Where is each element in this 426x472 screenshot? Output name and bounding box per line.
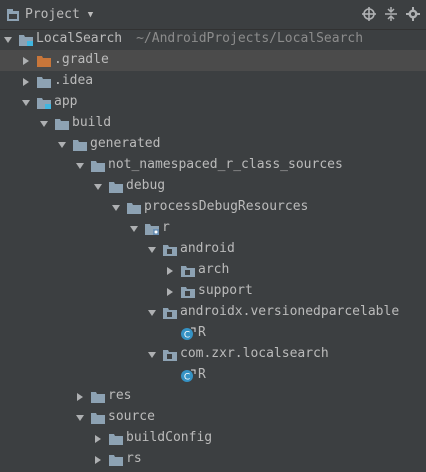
chevron-right-icon[interactable] — [20, 76, 32, 88]
package-icon — [162, 243, 178, 257]
project-path: ~/AndroidProjects/LocalSearch — [136, 31, 364, 46]
tree-node-label: com.zxr.localsearch — [180, 346, 329, 361]
class-icon: C — [180, 327, 196, 341]
tree-node-r[interactable]: r — [0, 218, 426, 239]
chevron-down-icon[interactable] — [92, 181, 104, 193]
tree-node--idea[interactable]: .idea — [0, 71, 426, 92]
package-icon — [162, 306, 178, 320]
chevron-right-icon[interactable] — [164, 265, 176, 277]
tree-node-support[interactable]: support — [0, 281, 426, 302]
tree-node-label: rs — [126, 451, 142, 466]
folder-icon — [90, 411, 106, 425]
panel-title[interactable]: Project — [25, 7, 80, 22]
tree-node-label: androidx.versionedparcelable — [180, 304, 400, 319]
chevron-down-icon[interactable]: ▼ — [88, 10, 93, 20]
target-icon[interactable] — [362, 7, 376, 21]
chevron-down-icon[interactable] — [20, 97, 32, 109]
tree-node-label: support — [198, 283, 253, 298]
chevron-down-icon[interactable] — [146, 244, 158, 256]
chevron-down-icon[interactable] — [110, 202, 122, 214]
tree-node-android[interactable]: android — [0, 239, 426, 260]
svg-text:C: C — [184, 331, 190, 341]
tree-node-label: R — [198, 325, 206, 340]
tree-node-label: .idea — [54, 73, 94, 88]
chevron-down-icon[interactable] — [2, 34, 14, 46]
chevron-down-icon[interactable] — [74, 412, 86, 424]
package-icon — [180, 285, 196, 299]
tree-node-label: buildConfig — [126, 430, 213, 445]
tree-node-label: processDebugResources — [144, 199, 309, 214]
folder-icon — [36, 75, 52, 89]
tree-node-com-zxr-localsearch[interactable]: com.zxr.localsearch — [0, 344, 426, 365]
chevron-down-icon[interactable] — [74, 160, 86, 172]
tree-node-not-namespaced-r-class-sources[interactable]: not_namespaced_r_class_sources — [0, 155, 426, 176]
tree-node-r[interactable]: CR — [0, 365, 426, 386]
tree-node-label: .gradle — [54, 52, 109, 67]
tree-node-source[interactable]: source — [0, 407, 426, 428]
chevron-down-icon[interactable] — [146, 307, 158, 319]
svg-text:C: C — [184, 373, 190, 383]
tree-node-label: generated — [90, 136, 161, 151]
orange-folder-icon — [36, 54, 52, 68]
tree-node-app[interactable]: app — [0, 92, 426, 113]
tree-node-buildconfig[interactable]: buildConfig — [0, 428, 426, 449]
tree-node-r[interactable]: CR — [0, 323, 426, 344]
tree-node-label: source — [108, 409, 155, 424]
tree-node-label: not_namespaced_r_class_sources — [108, 157, 343, 172]
source-root-folder-icon — [144, 222, 160, 236]
settings-icon[interactable] — [406, 7, 420, 21]
module-folder-icon — [36, 96, 52, 110]
tree-node-label: app — [54, 94, 78, 109]
tree-node-arch[interactable]: arch — [0, 260, 426, 281]
tree-node-res[interactable]: res — [0, 386, 426, 407]
package-icon — [162, 348, 178, 362]
module-folder-icon — [18, 33, 34, 47]
project-icon — [7, 8, 19, 21]
folder-icon — [108, 180, 124, 194]
chevron-right-icon[interactable] — [92, 433, 104, 445]
chevron-right-icon[interactable] — [164, 286, 176, 298]
folder-icon — [108, 453, 124, 467]
tree-node-build[interactable]: build — [0, 113, 426, 134]
tree-node-label: android — [180, 241, 235, 256]
chevron-right-icon[interactable] — [74, 391, 86, 403]
tree-node-label: res — [108, 388, 132, 403]
tree-node-generated[interactable]: generated — [0, 134, 426, 155]
folder-icon — [108, 432, 124, 446]
tree-node-label: R — [198, 367, 206, 382]
folder-icon — [54, 117, 70, 131]
chevron-down-icon[interactable] — [146, 349, 158, 361]
tree-node-label: build — [72, 115, 112, 130]
chevron-down-icon[interactable] — [56, 139, 68, 151]
tree-node-label: arch — [198, 262, 230, 277]
tree-node-label: debug — [126, 178, 166, 193]
folder-icon — [90, 390, 106, 404]
tree-node-debug[interactable]: debug — [0, 176, 426, 197]
chevron-right-icon[interactable] — [92, 454, 104, 466]
tree-node-rs[interactable]: rs — [0, 449, 426, 470]
tree-node-processdebugresources[interactable]: processDebugResources — [0, 197, 426, 218]
tree-node-androidx-versionedparcelable[interactable]: androidx.versionedparcelable — [0, 302, 426, 323]
package-icon — [180, 264, 196, 278]
tree-node-label: r — [162, 220, 170, 235]
folder-icon — [126, 201, 142, 215]
chevron-down-icon[interactable] — [128, 223, 140, 235]
class-icon: C — [180, 369, 196, 383]
tree-node-localsearch[interactable]: LocalSearch ~/AndroidProjects/LocalSearch — [0, 29, 426, 50]
folder-icon — [72, 138, 88, 152]
collapse-icon[interactable] — [384, 7, 398, 21]
chevron-right-icon[interactable] — [20, 55, 32, 67]
folder-icon — [90, 159, 106, 173]
project-panel-header: Project ▼ — [0, 0, 426, 30]
chevron-down-icon[interactable] — [38, 118, 50, 130]
tree-node-label: LocalSearch ~/AndroidProjects/LocalSearch — [36, 31, 364, 46]
tree-node--gradle[interactable]: .gradle — [0, 50, 426, 71]
